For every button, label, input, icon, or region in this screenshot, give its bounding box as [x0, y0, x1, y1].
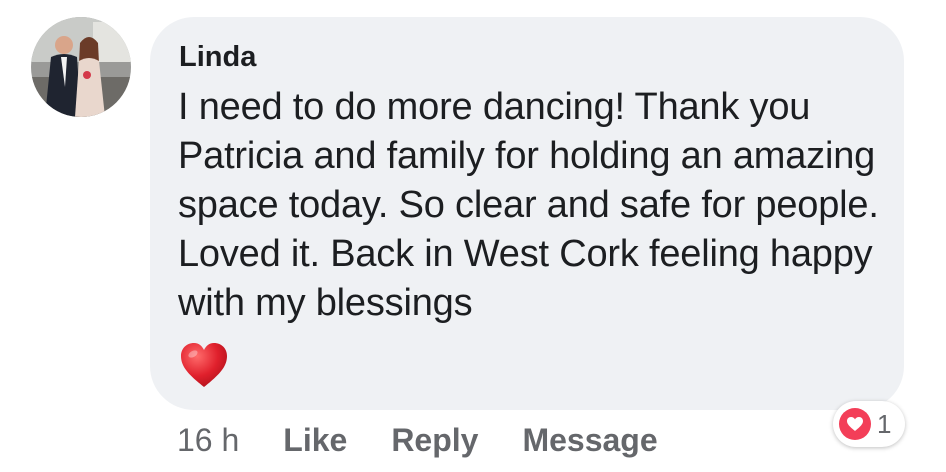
comment-actions: 16 h Like Reply Message [177, 418, 702, 462]
comment-bubble: Linda I need to do more dancing! Thank y… [150, 17, 904, 410]
comment-timestamp[interactable]: 16 h [177, 422, 239, 459]
avatar[interactable] [31, 17, 131, 117]
comment-author[interactable]: Linda [179, 39, 256, 75]
reaction-count: 1 [877, 408, 892, 439]
reply-button[interactable]: Reply [391, 422, 478, 459]
reaction-summary[interactable]: 1 [833, 401, 906, 447]
comment-text: I need to do more dancing! Thank you Pat… [178, 86, 879, 324]
like-button[interactable]: Like [283, 422, 347, 459]
message-button[interactable]: Message [522, 422, 657, 459]
red-heart-emoji-icon [179, 341, 229, 389]
heart-reaction-icon [839, 408, 871, 440]
